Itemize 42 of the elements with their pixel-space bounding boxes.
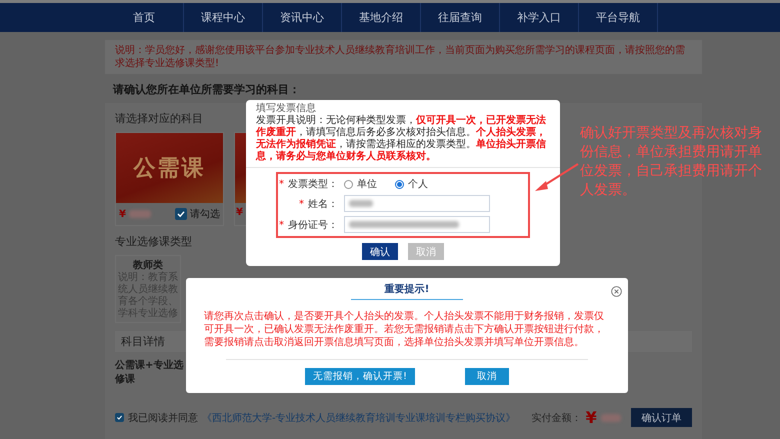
radio-option[interactable]: 个人 <box>395 177 428 191</box>
field-label: * 身份证号： <box>278 218 339 232</box>
nav-item[interactable]: 往届查询 <box>421 3 500 32</box>
checkbox-label: 请勾选 <box>190 208 220 221</box>
nav-item[interactable]: 平台导航 <box>579 3 658 32</box>
text-field[interactable] <box>344 216 490 233</box>
blurred-price <box>600 414 621 422</box>
arrow-icon <box>535 163 579 191</box>
cancel-button[interactable]: 取消 <box>464 368 509 385</box>
invoice-instructions: 发票开具说明：无论何种类型发票，仅可开具一次，已开发票无法作废重开，请填写信息后务必多次核对抬头信息。个人抬头发票，无法作为报销凭证，请按需选择相应的发票类型。单位抬头开票信息，请务必与您单位财务人员联系核对。 <box>256 115 547 163</box>
details-subtitle: 公需课+专业选修课 <box>115 358 184 386</box>
category-name: 教师类 <box>132 258 164 272</box>
dialog-title: 重要提示! <box>384 282 430 296</box>
price-symbol: ¥ <box>236 207 243 218</box>
nav-item[interactable]: 课程中心 <box>184 3 263 32</box>
radio-option[interactable]: 单位 <box>344 177 377 191</box>
confirm-button[interactable]: 确认 <box>362 243 398 260</box>
dialog-title: 填写发票信息 <box>256 103 317 115</box>
section-title: 请选择对应的科目 <box>115 111 203 126</box>
prompt-text: 请确认您所在单位所需要学习的科目： <box>113 82 301 97</box>
course-banner <box>235 133 247 203</box>
price-symbol: ¥ <box>119 208 126 220</box>
notice-text: 说明：学员您好，感谢您使用该平台参加专业技术人员继续教育培训工作，当前页面为购买您所需学习的课程页面，请按照您的需求选择专业选修课类型! <box>105 40 702 74</box>
confirm-order-button[interactable]: 确认订单 <box>630 408 692 427</box>
price-symbol: ¥ <box>586 408 597 427</box>
nav-item[interactable]: 资讯中心 <box>263 3 342 32</box>
agree-label: 我已阅读并同意 <box>128 412 198 424</box>
blurred-price <box>128 210 151 218</box>
course-card[interactable]: 公需课 ¥ 请勾选 <box>115 132 224 226</box>
course-banner: 公需课 <box>116 133 223 203</box>
agree-checkbox[interactable] <box>115 413 124 422</box>
annotation-text: 确认好开票类型及再次核对身份信息，单位承担费用请开单位发票，自己承担费用请开个人发票。 <box>580 124 763 200</box>
checkbox[interactable] <box>175 208 187 220</box>
amount-label: 实付金额： <box>532 412 582 424</box>
nav-item[interactable]: 首页 <box>105 3 184 32</box>
text-field[interactable] <box>344 195 490 212</box>
confirm-invoice-button[interactable]: 无需报销，确认开票! <box>305 368 415 385</box>
section-title: 专业选修课类型 <box>115 234 192 249</box>
nav-item[interactable]: 基地介绍 <box>342 3 421 32</box>
field-label: * 发票类型： <box>278 178 339 191</box>
nav-item[interactable]: 补学入口 <box>500 3 579 32</box>
field-label: * 姓名： <box>298 198 339 210</box>
